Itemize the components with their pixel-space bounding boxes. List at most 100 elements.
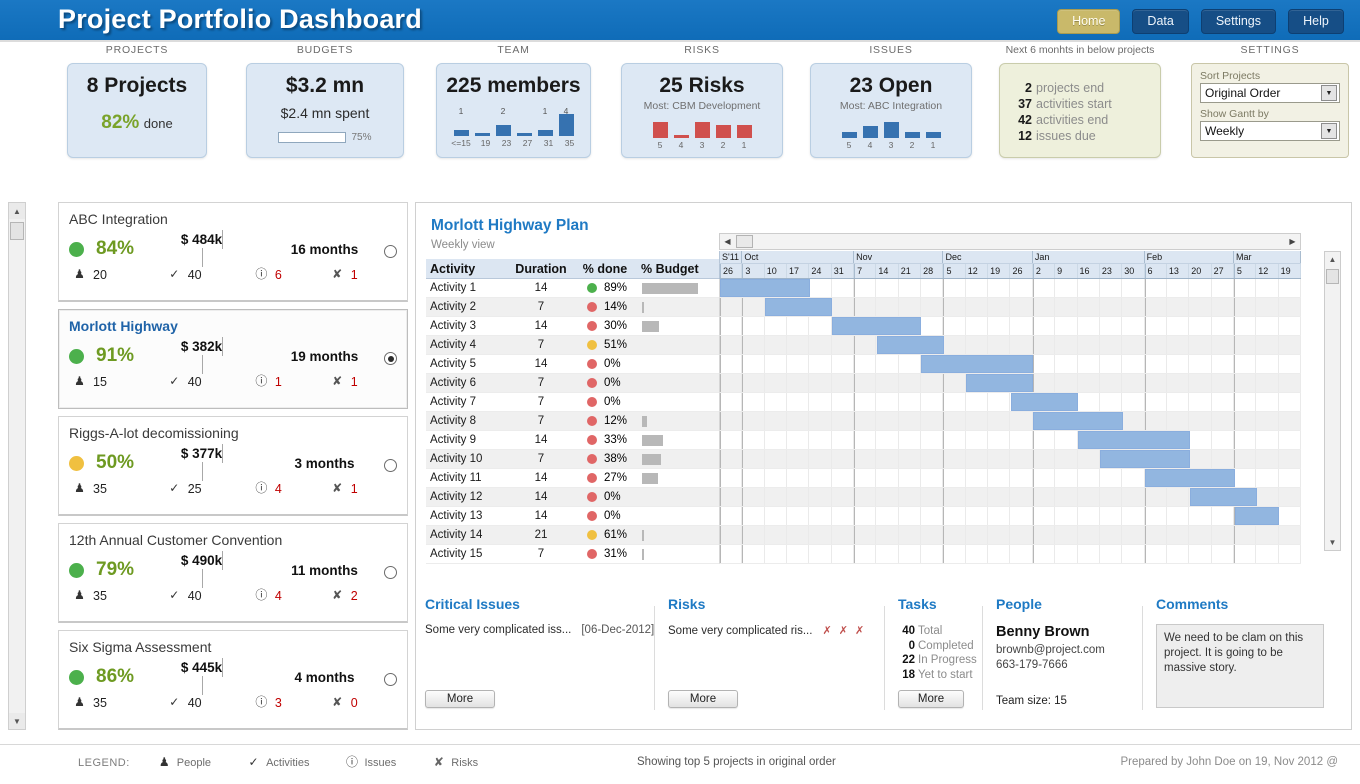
histogram-value: 1 [459,106,464,116]
gantt-cell [854,450,876,468]
table-row[interactable]: Activity 15731% [426,545,719,564]
status-dot [587,302,597,312]
project-select-radio[interactable] [384,673,397,686]
kpi-risks-box[interactable]: 25 Risks Most: CBM Development 54321 [621,63,783,158]
gantt-row [719,545,1301,564]
legend-issues: ⓘ Issues [345,756,396,770]
project-card[interactable]: ABC Integration84%$ 484k16 months♟20✓40ⓘ… [58,202,408,302]
activity-done-value: 0% [604,510,621,522]
gantt-bar[interactable] [1011,393,1078,411]
nav-data-button[interactable]: Data [1132,9,1188,34]
critical-issues-more-button[interactable]: More [425,690,495,708]
tasks-more-button[interactable]: More [898,690,964,708]
gantt-cell [1010,507,1032,525]
table-row[interactable]: Activity 91433% [426,431,719,450]
table-row[interactable]: Activity 142161% [426,526,719,545]
gantt-bar[interactable] [966,374,1033,392]
nav-home-button[interactable]: Home [1057,9,1120,34]
project-card[interactable]: 12th Annual Customer Convention79%$ 490k… [58,523,408,623]
gantt-bar[interactable] [1078,431,1190,449]
risks-more-button[interactable]: More [668,690,738,708]
gantt-vscroll-thumb[interactable] [1326,269,1339,284]
gantt-vertical-scrollbar[interactable]: ▲ ▼ [1324,251,1341,551]
gantt-cell [1145,374,1167,392]
kpi-projects-box[interactable]: 8 Projects 82% done [67,63,207,158]
gantt-cell [943,488,965,506]
projects-scrollbar[interactable]: ▲ ▼ [8,202,26,730]
gantt-cell [787,336,809,354]
critical-issues-item[interactable]: Some very complicated iss... [06-Dec-201… [425,624,643,636]
gantt-week: 23 [1100,264,1122,278]
gantt-bar[interactable] [1033,412,1123,430]
project-select-radio[interactable] [384,245,397,258]
chevron-down-icon[interactable]: ▼ [1321,123,1337,139]
kpi-team-box[interactable]: 225 members 1214 <=151923273135 [436,63,591,158]
zigzag-icon: ✘ [331,589,344,603]
budget-bar [642,321,659,332]
scroll-up-icon[interactable]: ▲ [9,203,25,219]
gantt-hscroll-thumb[interactable] [736,235,753,248]
gantt-row [719,469,1301,488]
kpi-issues-box[interactable]: 23 Open Most: ABC Integration 54321 [810,63,972,158]
table-row[interactable]: Activity 12140% [426,488,719,507]
gantt-cell [1279,412,1301,430]
kpi-budgets-box[interactable]: $3.2 mn $2.4 mn spent 75% [246,63,404,158]
table-row[interactable]: Activity 10738% [426,450,719,469]
table-row[interactable]: Activity 111427% [426,469,719,488]
scroll-down-icon[interactable]: ▼ [1325,535,1340,550]
show-gantt-by-select[interactable]: Weekly ▼ [1200,121,1340,141]
gantt-bar[interactable] [1190,488,1257,506]
table-row[interactable]: Activity 31430% [426,317,719,336]
table-row[interactable]: Activity 670% [426,374,719,393]
gantt-horizontal-scrollbar[interactable]: ◀ ▶ [719,233,1301,250]
scroll-right-icon[interactable]: ▶ [1285,234,1300,249]
histogram-column [905,108,920,138]
table-row[interactable]: Activity 8712% [426,412,719,431]
gantt-cell [1055,526,1077,544]
table-row[interactable]: Activity 2714% [426,298,719,317]
chevron-down-icon[interactable]: ▼ [1321,85,1337,101]
risk-item[interactable]: Some very complicated ris... ✗ ✗ ✗ [668,624,873,637]
person-email[interactable]: brownb@project.com [996,643,1131,658]
gantt-cell [1256,374,1278,392]
gantt-cell [943,526,965,544]
comments-textarea[interactable]: We need to be clam on this project. It i… [1156,624,1324,708]
project-card[interactable]: Six Sigma Assessment86%$ 445k4 months♟35… [58,630,408,730]
nav-settings-button[interactable]: Settings [1201,9,1276,34]
gantt-cell [765,374,787,392]
project-card[interactable]: Morlott Highway91%$ 382k19 months♟15✓40ⓘ… [58,309,408,409]
gantt-cell [1234,336,1256,354]
gantt-bar[interactable] [1100,450,1190,468]
table-row[interactable]: Activity 11489% [426,279,719,298]
gantt-bar[interactable] [720,279,810,297]
table-row[interactable]: Activity 4751% [426,336,719,355]
gantt-month: Oct [742,251,854,263]
project-card[interactable]: Riggs-A-lot decomissioning50%$ 377k3 mon… [58,416,408,516]
nav-help-button[interactable]: Help [1288,9,1344,34]
project-select-radio[interactable] [384,352,397,365]
project-select-radio[interactable] [384,566,397,579]
sort-projects-select[interactable]: Original Order ▼ [1200,83,1340,103]
scrollbar-thumb[interactable] [10,222,24,240]
gantt-cell [765,526,787,544]
gantt-bar[interactable] [921,355,1033,373]
table-row[interactable]: Activity 5140% [426,355,719,374]
gantt-cell [943,431,965,449]
critical-issue-text: Some very complicated iss... [425,624,571,636]
task-label: In Progress [918,654,977,666]
gantt-bar[interactable] [832,317,922,335]
project-select-radio[interactable] [384,459,397,472]
gantt-bar[interactable] [765,298,832,316]
activity-duration: 14 [511,491,571,503]
table-row[interactable]: Activity 13140% [426,507,719,526]
gantt-bar[interactable] [1145,469,1235,487]
scroll-down-icon[interactable]: ▼ [9,713,25,729]
gantt-cell [742,374,764,392]
gantt-cell [966,450,988,468]
gantt-bar[interactable] [1235,507,1280,525]
gantt-bar[interactable] [877,336,944,354]
scroll-left-icon[interactable]: ◀ [720,234,735,249]
kpi-upcoming-box[interactable]: 2projects end37activities start42activit… [999,63,1161,158]
table-row[interactable]: Activity 770% [426,393,719,412]
scroll-up-icon[interactable]: ▲ [1325,252,1340,267]
